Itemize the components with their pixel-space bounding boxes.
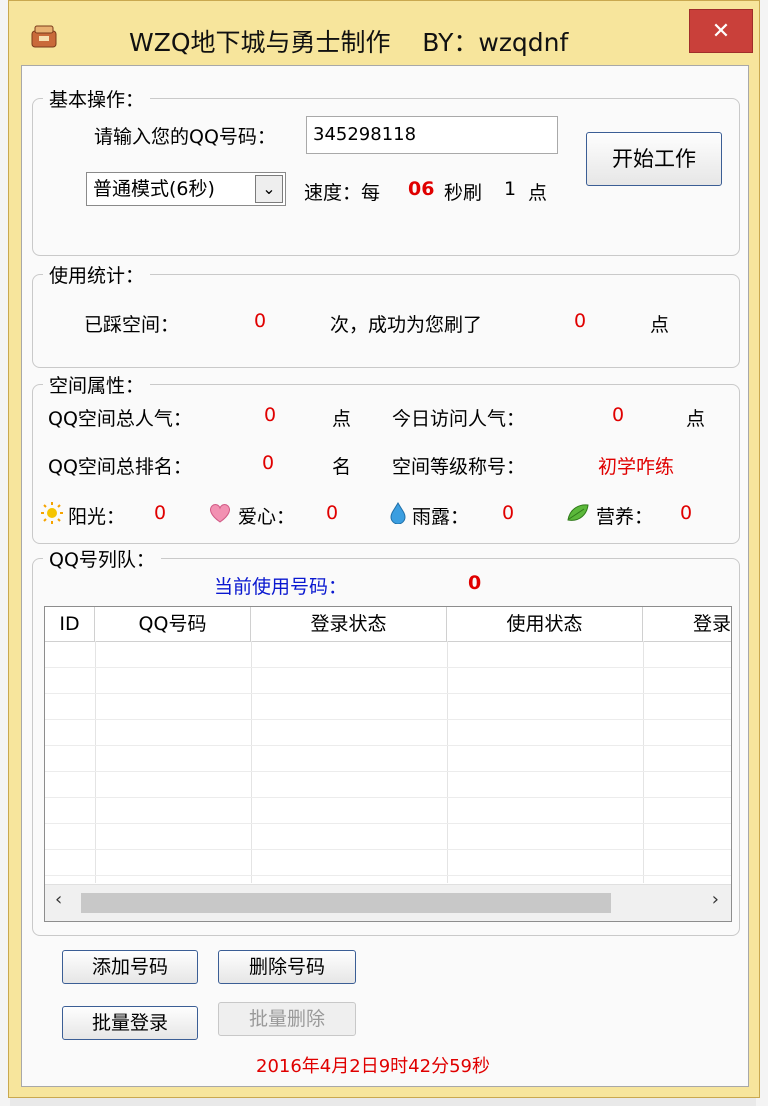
qq-number-label: 请输入您的QQ号码： [94,126,276,148]
visited-spaces-label: 已踩空间： [84,314,180,336]
column-divider [251,641,252,883]
scroll-right-icon[interactable]: › [712,889,719,910]
total-popularity-label: QQ空间总人气： [48,408,192,430]
success-points-value: 0 [574,310,587,332]
nutrition-label: 营养： [596,506,654,528]
leaf-icon [567,504,589,521]
mode-select[interactable]: 普通模式(6秒) ⌄ [86,172,286,206]
dew-value: 0 [502,502,515,524]
column-header-use-status[interactable]: 使用状态 [447,607,643,641]
sun-icon [41,502,63,524]
row-divider [45,823,731,824]
total-popularity-unit: 点 [332,408,352,430]
list-body [45,641,731,883]
close-icon: ✕ [711,19,731,44]
current-number-label: 当前使用号码： [214,576,348,598]
batch-delete-button[interactable]: 批量删除 [218,1002,356,1036]
current-number-value: 0 [468,572,482,594]
column-header-id[interactable]: ID [45,607,95,641]
speed-seconds-value: 06 [408,178,435,200]
column-header-login-status[interactable]: 登录状态 [251,607,447,641]
row-divider [45,797,731,798]
today-visits-value: 0 [612,404,625,426]
heart-icon [210,504,230,523]
app-icon [31,25,57,48]
qq-queue-legend: QQ号列队： [43,545,161,572]
qq-number-input[interactable]: 345298118 [306,116,558,154]
row-divider [45,693,731,694]
love-label: 爱心： [238,506,296,528]
today-visits-unit: 点 [686,408,706,430]
footer-datetime: 2016年4月2日9时42分59秒 [256,1056,490,1077]
total-popularity-value: 0 [264,404,277,426]
qq-queue-list[interactable]: ID QQ号码 登录状态 使用状态 登录 ‹ › [44,606,732,922]
today-visits-label: 今日访问人气： [392,408,526,430]
scroll-left-icon[interactable]: ‹ [55,889,62,910]
sun-label: 阳光： [68,506,126,528]
row-divider [45,875,731,876]
speed-points-value: 1 [504,178,517,200]
dew-label: 雨露： [412,506,470,528]
sun-value: 0 [154,502,167,524]
client-area: 基本操作： 请输入您的QQ号码： 345298118 开始工作 普通模式(6秒)… [21,65,749,1087]
start-work-button[interactable]: 开始工作 [586,132,722,186]
level-title-value: 初学咋练 [598,456,675,478]
total-rank-unit: 名 [332,456,352,478]
batch-login-button[interactable]: 批量登录 [62,1006,198,1040]
success-points-unit: 点 [650,314,670,336]
usage-stats-legend: 使用统计： [43,261,151,288]
total-rank-label: QQ空间总排名： [48,456,192,478]
basic-operations-legend: 基本操作： [43,85,151,112]
close-button[interactable]: ✕ [689,9,753,53]
speed-unit: 点 [528,182,548,204]
love-value: 0 [326,502,339,524]
row-divider [45,745,731,746]
speed-prefix: 速度：每 [304,182,381,204]
app-window: WZQ地下城与勇士制作 BY：wzqdnf ✕ 基本操作： 请输入您的QQ号码：… [8,0,760,1098]
stats-mid-text: 次，成功为您刷了 [330,314,483,336]
speed-mid-text: 秒刷 [444,182,483,204]
chevron-down-icon[interactable]: ⌄ [255,175,283,203]
water-drop-icon [390,502,406,524]
visited-spaces-value: 0 [254,310,267,332]
column-header-login[interactable]: 登录 [643,607,731,641]
row-divider [45,849,731,850]
column-divider [643,641,644,883]
mode-select-value: 普通模式(6秒) [93,178,215,200]
title-bar[interactable]: WZQ地下城与勇士制作 BY：wzqdnf ✕ [9,1,759,65]
column-divider [447,641,448,883]
space-attributes-legend: 空间属性： [43,371,151,398]
window-title: WZQ地下城与勇士制作 BY：wzqdnf [129,28,569,57]
nutrition-value: 0 [680,502,693,524]
list-header: ID QQ号码 登录状态 使用状态 登录 [45,607,731,642]
column-header-qq[interactable]: QQ号码 [95,607,251,641]
row-divider [45,667,731,668]
add-number-button[interactable]: 添加号码 [62,950,198,984]
delete-number-button[interactable]: 删除号码 [218,950,356,984]
level-title-label: 空间等级称号： [392,456,526,478]
row-divider [45,771,731,772]
column-divider [95,641,96,883]
row-divider [45,719,731,720]
total-rank-value: 0 [262,452,275,474]
horizontal-scrollbar[interactable]: ‹ › [45,884,731,921]
scrollbar-thumb[interactable] [81,893,611,913]
